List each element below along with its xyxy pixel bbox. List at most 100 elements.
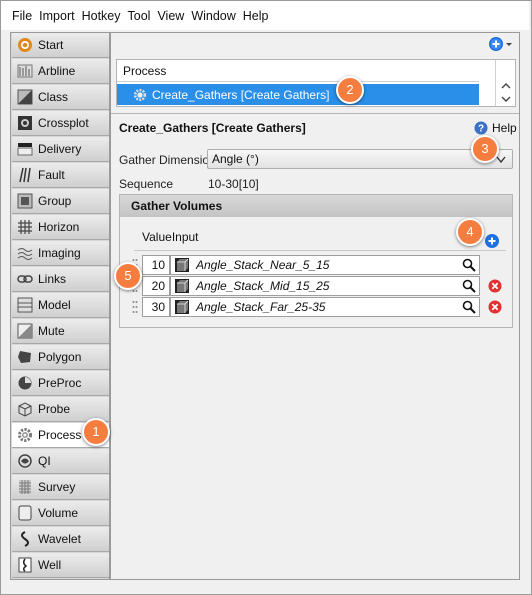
gear-icon [133, 88, 147, 101]
sidebar-item-label: Model [38, 298, 71, 312]
input-volume-name: Angle_Stack_Near_5_15 [196, 258, 330, 272]
sidebar-item-links[interactable]: Links [12, 267, 109, 292]
sidebar-item-well[interactable]: Well [12, 553, 109, 578]
gather-volumes-columns: ValueInput [142, 230, 199, 244]
process-list-scrollbar[interactable] [495, 60, 515, 106]
input-volume-name: Angle_Stack_Mid_15_25 [196, 279, 330, 293]
sequence-value: 10-30[10] [208, 177, 259, 191]
table-row: 10 Angle_Stack_Near_5_15 [132, 255, 512, 275]
process-item-label: Create_Gathers [Create Gathers] [152, 87, 330, 102]
well-icon [18, 557, 32, 573]
add-process-menu-button[interactable] [488, 36, 514, 52]
sidebar-item-label: Fault [38, 168, 65, 182]
delete-row-icon[interactable] [488, 300, 502, 314]
sidebar-item-label: Imaging [38, 246, 81, 260]
sidebar-item-label: Process [38, 428, 82, 442]
horizon-icon [18, 220, 32, 234]
menu-tool[interactable]: Tool [128, 9, 151, 23]
sidebar-item-fault[interactable]: Fault [12, 163, 109, 188]
sidebar-item-label: Group [38, 194, 72, 208]
sidebar-item-model[interactable]: Model [12, 293, 109, 318]
table-row: 30 Angle_Stack_Far_25-35 [132, 297, 512, 317]
fault-icon [19, 167, 31, 183]
sidebar-item-volume[interactable]: Volume [12, 501, 109, 526]
gather-volumes-header: Gather Volumes [120, 195, 512, 217]
sidebar-item-label: Arbline [38, 64, 76, 78]
section-divider [111, 113, 519, 114]
sidebar-item-delivery[interactable]: Delivery [12, 137, 109, 162]
sidebar-item-qi[interactable]: QI [12, 449, 109, 474]
group-icon [17, 193, 33, 209]
sidebar-item-label: Volume [38, 506, 79, 520]
scroll-arrows-icon [501, 83, 511, 102]
volume-icon [18, 505, 32, 521]
callout-1: 1 [82, 418, 110, 446]
process-list-item-selected[interactable]: Create_Gathers [Create Gathers] [117, 84, 479, 105]
menu-file[interactable]: File [12, 9, 32, 23]
wavelet-icon [21, 531, 29, 547]
sidebar-item-survey[interactable]: Survey [12, 475, 109, 500]
process-list-header: Process [117, 60, 479, 82]
arbline-icon [17, 64, 33, 78]
menu-window[interactable]: Window [191, 9, 235, 23]
qi-icon [18, 454, 32, 468]
process-title: Create_Gathers [Create Gathers] [119, 121, 306, 135]
search-icon[interactable] [462, 258, 476, 272]
menu-help[interactable]: Help [243, 9, 269, 23]
sidebar-item-polygon[interactable]: Polygon [12, 345, 109, 370]
menu-import[interactable]: Import [39, 9, 74, 23]
start-icon [18, 38, 32, 52]
sidebar-item-crossplot[interactable]: Crossplot [12, 111, 109, 136]
columns-separator [134, 250, 506, 251]
gather-dimension-label: Gather Dimension [119, 153, 216, 167]
value-field[interactable]: 30 [142, 297, 170, 317]
column-value: Value [142, 230, 172, 244]
search-icon[interactable] [462, 300, 476, 314]
sidebar-item-label: Crossplot [38, 116, 89, 130]
table-row: 20 Angle_Stack_Mid_15_25 [132, 276, 512, 296]
gear-icon [18, 428, 32, 442]
help-icon: ? [474, 121, 488, 135]
sidebar-item-label: QI [38, 454, 51, 468]
callout-3: 3 [471, 135, 499, 163]
polygon-icon [18, 351, 31, 363]
sidebar-item-label: Delivery [38, 142, 82, 156]
menu-view[interactable]: View [157, 9, 184, 23]
search-icon[interactable] [462, 279, 476, 293]
drag-handle-icon[interactable] [132, 299, 138, 315]
callout-2: 2 [336, 76, 364, 104]
sidebar-item-arbline[interactable]: Arbline [12, 59, 109, 84]
gather-dimension-select[interactable]: Angle (°) [207, 149, 513, 169]
sidebar-item-start[interactable]: Start [12, 33, 109, 58]
links-icon [17, 275, 33, 283]
sidebar-item-wavelet[interactable]: Wavelet [12, 527, 109, 552]
value-field[interactable]: 20 [142, 276, 170, 296]
sidebar: Start Arbline Class Crossplot Delivery F… [10, 32, 110, 580]
sidebar-item-horizon[interactable]: Horizon [12, 215, 109, 240]
sidebar-item-label: Links [38, 272, 67, 286]
value-field[interactable]: 10 [142, 255, 170, 275]
add-row-icon[interactable] [484, 233, 500, 249]
volume-cube-icon [175, 300, 189, 314]
input-volume-name: Angle_Stack_Far_25-35 [196, 300, 326, 314]
sidebar-item-label: Class [38, 90, 69, 104]
input-volume-field[interactable]: Angle_Stack_Near_5_15 [170, 255, 480, 275]
model-icon [17, 297, 33, 313]
survey-icon [19, 480, 31, 494]
menu-hotkey[interactable]: Hotkey [82, 9, 121, 23]
volume-cube-icon [175, 279, 189, 293]
help-button[interactable]: ? Help [474, 121, 517, 135]
sidebar-item-label: Probe [38, 402, 71, 416]
input-volume-field[interactable]: Angle_Stack_Mid_15_25 [170, 276, 480, 296]
sidebar-item-class[interactable]: Class [12, 85, 109, 110]
delete-row-icon[interactable] [488, 279, 502, 293]
sidebar-item-mute[interactable]: Mute [12, 319, 109, 344]
sidebar-item-preproc[interactable]: PreProc [12, 371, 109, 396]
input-volume-field[interactable]: Angle_Stack_Far_25-35 [170, 297, 480, 317]
sidebar-item-group[interactable]: Group [12, 189, 109, 214]
sidebar-item-label: Start [38, 38, 64, 52]
chevron-down-icon [496, 156, 506, 164]
gather-dimension-value: Angle (°) [212, 152, 259, 166]
sidebar-item-imaging[interactable]: Imaging [12, 241, 109, 266]
svg-text:?: ? [478, 124, 484, 135]
